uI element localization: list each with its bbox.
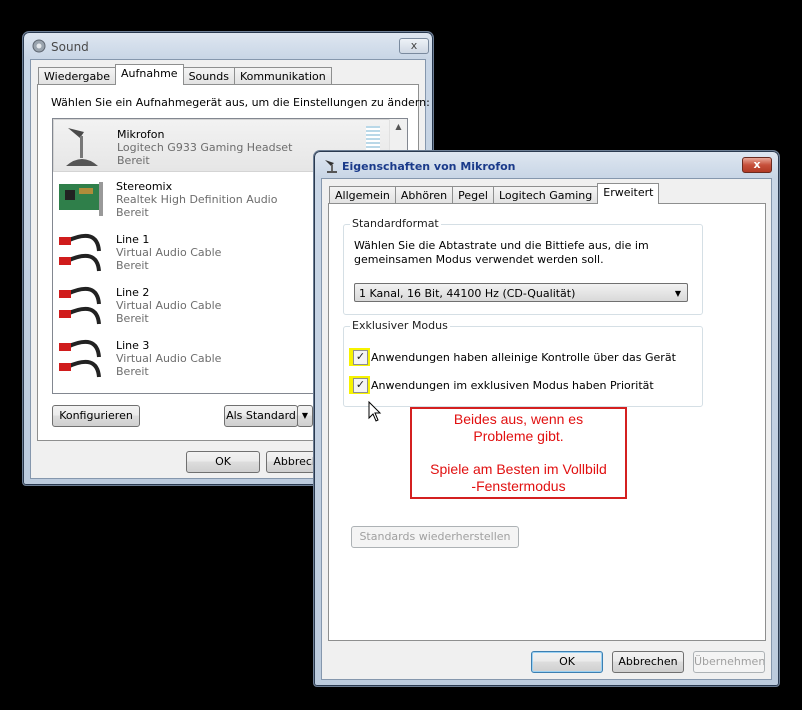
rca-cable-icon xyxy=(57,280,105,328)
device-status: Bereit xyxy=(116,312,149,325)
tab-wiedergabe[interactable]: Wiedergabe xyxy=(38,67,117,85)
tab-kommunikation[interactable]: Kommunikation xyxy=(233,67,332,85)
configure-button[interactable]: Konfigurieren xyxy=(52,405,140,427)
sound-title: Sound xyxy=(51,40,89,54)
exclusive-priority-label: Anwendungen im exklusiven Modus haben Pr… xyxy=(371,379,654,392)
device-name: Line 3 xyxy=(116,339,150,352)
exclusive-priority-checkbox[interactable]: ✓ xyxy=(353,378,368,393)
tab-erweitert[interactable]: Erweitert xyxy=(597,183,660,204)
rca-cable-icon xyxy=(57,227,105,275)
properties-title: Eigenschaften von Mikrofon xyxy=(342,160,516,173)
scroll-up-arrow-icon[interactable]: ▲ xyxy=(390,119,407,135)
device-desc: Realtek High Definition Audio xyxy=(116,193,278,206)
standard-format-desc-1: Wählen Sie die Abtastrate und die Bittie… xyxy=(354,239,649,252)
tab-abhoeren[interactable]: Abhören xyxy=(394,186,454,204)
format-select[interactable]: 1 Kanal, 16 Bit, 44100 Hz (CD-Qualität) … xyxy=(354,283,688,302)
speaker-icon xyxy=(31,38,47,57)
device-desc: Logitech G933 Gaming Headset xyxy=(117,141,293,154)
sound-instruction: Wählen Sie ein Aufnahmegerät aus, um die… xyxy=(51,96,430,109)
properties-close-button[interactable]: x xyxy=(742,157,772,173)
device-status: Bereit xyxy=(117,154,150,167)
rca-cable-icon xyxy=(57,333,105,381)
device-name: Line 2 xyxy=(116,286,150,299)
standard-format-label: Standardformat xyxy=(350,217,441,230)
device-desc: Virtual Audio Cable xyxy=(116,246,222,259)
standard-format-group: Standardformat Wählen Sie die Abtastrate… xyxy=(343,217,703,315)
microphone-icon xyxy=(58,122,106,170)
tab-allgemein[interactable]: Allgemein xyxy=(329,186,396,204)
sound-card-icon xyxy=(57,174,105,222)
exclusive-control-label: Anwendungen haben alleinige Kontrolle üb… xyxy=(371,351,676,364)
set-default-dropdown-icon[interactable]: ▼ xyxy=(297,405,313,427)
device-status: Bereit xyxy=(116,365,149,378)
sound-titlebar[interactable]: Sound x xyxy=(23,32,433,60)
set-default-button[interactable]: Als Standard xyxy=(224,405,298,427)
tab-aufnahme[interactable]: Aufnahme xyxy=(115,64,184,85)
chevron-down-icon: ▼ xyxy=(674,289,681,298)
properties-titlebar[interactable]: Eigenschaften von Mikrofon x xyxy=(314,151,779,179)
sound-ok-button[interactable]: OK xyxy=(186,451,260,473)
sound-tabs: Wiedergabe Aufnahme Sounds Kommunikation xyxy=(38,64,332,85)
device-status: Bereit xyxy=(116,259,149,272)
format-select-value: 1 Kanal, 16 Bit, 44100 Hz (CD-Qualität) xyxy=(359,287,576,300)
exclusive-control-checkbox[interactable]: ✓ xyxy=(353,350,368,365)
annotation-line-4: -Fenstermodus xyxy=(471,478,566,494)
properties-tabs: Allgemein Abhören Pegel Logitech Gaming … xyxy=(329,183,660,204)
exclusive-mode-label: Exklusiver Modus xyxy=(350,319,450,332)
tab-logitech-gaming[interactable]: Logitech Gaming xyxy=(492,186,599,204)
device-name: Mikrofon xyxy=(117,128,165,141)
mouse-cursor-icon xyxy=(368,400,382,426)
exclusive-mode-group: Exklusiver Modus ✓ Anwendungen haben all… xyxy=(343,319,703,407)
tab-sounds[interactable]: Sounds xyxy=(182,67,235,85)
device-desc: Virtual Audio Cable xyxy=(116,352,222,365)
standard-format-desc-2: gemeinsamen Modus verwendet werden soll. xyxy=(354,253,604,266)
annotation-line-1: Beides aus, wenn es xyxy=(453,411,584,427)
annotation-line-2: Probleme gibt. xyxy=(473,428,564,444)
device-status: Bereit xyxy=(116,206,149,219)
microphone-icon xyxy=(323,158,339,177)
tab-pegel[interactable]: Pegel xyxy=(452,186,494,204)
device-name: Line 1 xyxy=(116,233,150,246)
device-desc: Virtual Audio Cable xyxy=(116,299,222,312)
device-name: Stereomix xyxy=(116,180,173,193)
annotation-spacer xyxy=(412,445,625,461)
properties-cancel-button[interactable]: Abbrechen xyxy=(612,651,684,673)
properties-apply-button[interactable]: Übernehmen xyxy=(693,651,765,673)
restore-defaults-button[interactable]: Standards wiederherstellen xyxy=(351,526,519,548)
sound-close-button[interactable]: x xyxy=(399,38,429,54)
properties-ok-button[interactable]: OK xyxy=(531,651,603,673)
annotation-line-3: Spiele am Besten im Vollbild xyxy=(430,461,607,477)
annotation-note: Beides aus, wenn es Probleme gibt. Spiel… xyxy=(410,407,627,499)
